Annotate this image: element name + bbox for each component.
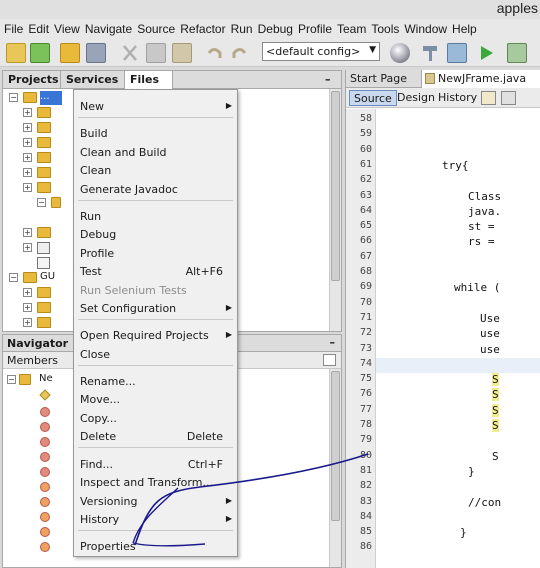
- annotation-arrow-icon: [132, 453, 369, 547]
